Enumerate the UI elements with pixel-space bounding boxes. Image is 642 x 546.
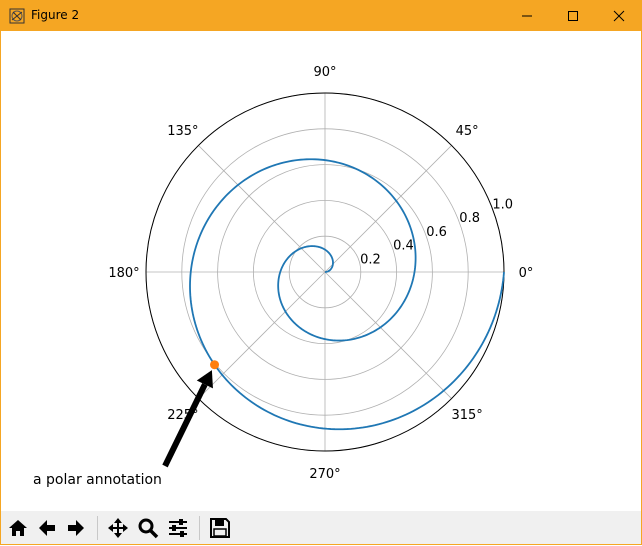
polar-plot: 0°45°90°135°180°225°270°315°0.20.40.60.8… bbox=[33, 65, 533, 488]
zoom-button[interactable] bbox=[135, 514, 161, 542]
maximize-button[interactable] bbox=[550, 0, 596, 31]
close-icon bbox=[613, 10, 625, 21]
move-icon bbox=[108, 518, 128, 538]
radial-gridline bbox=[198, 271, 326, 399]
r-tick-label: 0.2 bbox=[360, 252, 381, 267]
minimize-button[interactable] bbox=[504, 0, 550, 31]
minimize-icon bbox=[522, 15, 532, 16]
maximize-icon bbox=[568, 10, 578, 21]
floppy-disk-icon bbox=[210, 518, 230, 538]
navigation-toolbar bbox=[1, 511, 641, 545]
annotation-arrow-shaft bbox=[162, 383, 208, 468]
theta-tick-label: 180° bbox=[108, 266, 139, 281]
save-button[interactable] bbox=[207, 514, 233, 542]
theta-tick-label: 0° bbox=[519, 266, 534, 281]
window-title: Figure 2 bbox=[31, 8, 80, 22]
configure-subplots-button[interactable] bbox=[165, 514, 191, 542]
close-button[interactable] bbox=[596, 0, 642, 31]
theta-tick-label: 270° bbox=[309, 467, 340, 482]
arrow-left-icon bbox=[39, 520, 55, 536]
theta-tick-label: 315° bbox=[451, 408, 482, 423]
data-point-marker bbox=[210, 360, 220, 370]
arrow-right-icon bbox=[68, 520, 84, 536]
toolbar-separator bbox=[97, 516, 98, 540]
r-tick-label: 0.8 bbox=[459, 211, 480, 226]
annotation-text: a polar annotation bbox=[33, 472, 162, 488]
window-titlebar: Figure 2 bbox=[0, 0, 642, 31]
toolbar-separator bbox=[199, 516, 200, 540]
radial-gridline bbox=[324, 271, 452, 399]
r-tick-label: 0.4 bbox=[393, 239, 414, 254]
r-tick-label: 0.6 bbox=[426, 225, 447, 240]
theta-tick-label: 90° bbox=[313, 65, 336, 80]
home-button[interactable] bbox=[5, 514, 31, 542]
figure-canvas[interactable]: 0° 45° 90° 135° 180° 225° 270° 315° 0.2 0.4 0.6 0.8… bbox=[1, 31, 641, 511]
annotation-layer: a polar annotation bbox=[33, 370, 213, 488]
app-icon bbox=[9, 8, 25, 24]
back-button[interactable] bbox=[34, 514, 60, 542]
r-tick-label: 1.0 bbox=[492, 197, 513, 212]
home-icon bbox=[9, 520, 27, 536]
magnifier-icon bbox=[138, 518, 159, 539]
sliders-icon bbox=[169, 519, 187, 537]
tick-labels: 0°45°90°135°180°225°270°315°0.20.40.60.8… bbox=[108, 65, 533, 482]
radial-gridline bbox=[198, 145, 326, 273]
forward-button[interactable] bbox=[63, 514, 89, 542]
pan-button[interactable] bbox=[105, 514, 131, 542]
theta-tick-label: 135° bbox=[167, 124, 198, 139]
theta-tick-label: 45° bbox=[456, 124, 479, 139]
